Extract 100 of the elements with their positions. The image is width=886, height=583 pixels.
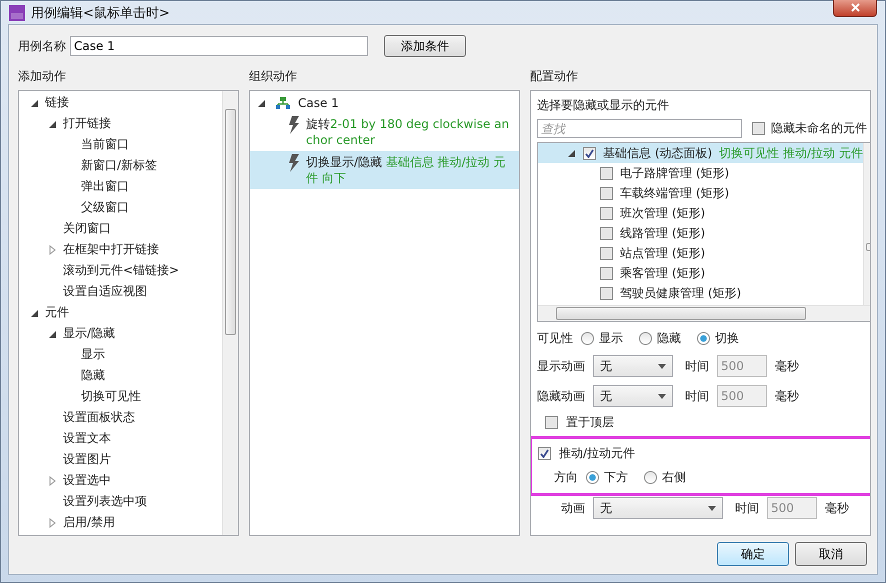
widget-label: 基础信息 (动态面板) (603, 144, 712, 162)
caret-icon (708, 506, 716, 510)
case-label[interactable]: Case 1 (298, 96, 339, 110)
action-row[interactable]: 切换显示/隐藏 基础信息 推动/拉动 元件 向下 (250, 151, 519, 189)
horizontal-scrollbar[interactable] (538, 305, 870, 321)
animation-dropdown[interactable]: 无 (593, 355, 673, 377)
expanded-arrow-icon[interactable] (566, 148, 576, 158)
animation-label: 隐藏动画 (537, 388, 585, 404)
checkbox[interactable] (600, 246, 613, 260)
action-tree-item[interactable]: 在框架中打开链接 (63, 241, 159, 258)
checkbox[interactable] (600, 266, 613, 280)
action-tree-item[interactable]: 滚动到元件<锚链接> (63, 262, 180, 279)
radio-button[interactable] (586, 470, 599, 484)
widget-label: 站点管理 (矩形) (620, 244, 706, 262)
cancel-button[interactable]: 取消 (795, 542, 867, 566)
checkbox-label: 置于顶层 (566, 414, 614, 430)
section-title: 选择要隐藏或显示的元件 (537, 97, 670, 114)
action-tree-item[interactable]: 显示 (81, 346, 105, 363)
time-label: 时间 (735, 500, 759, 516)
radio-button[interactable] (581, 332, 594, 344)
action-tree-item[interactable]: 设置文本 (63, 430, 111, 447)
checkmark-icon (540, 448, 549, 458)
action-tree-item[interactable]: 启用/禁用 (63, 514, 116, 531)
action-tree-item[interactable]: 显示/隐藏 (63, 325, 116, 342)
animation-dropdown[interactable]: 无 (593, 497, 723, 519)
case-tree-icon (276, 97, 290, 109)
radio-label: 隐藏 (657, 330, 681, 346)
radio-button[interactable] (639, 332, 652, 344)
action-tree-item[interactable]: 设置选中 (63, 472, 111, 489)
expanded-arrow-icon[interactable] (256, 98, 266, 108)
checkbox[interactable] (538, 446, 551, 460)
close-icon (850, 3, 860, 12)
action-tree-item[interactable]: 切换可见性 (81, 388, 141, 405)
action-text: 旋转2-01 by 180 deg clockwise anchor center (306, 116, 510, 148)
action-tree-item[interactable]: 打开链接 (63, 115, 111, 132)
widget-label: 电子路牌管理 (矩形) (620, 164, 730, 182)
lightning-icon (288, 154, 300, 172)
action-tree-item[interactable]: 父级窗口 (81, 199, 129, 216)
radio-button[interactable] (697, 332, 710, 344)
widget-label: 乘客管理 (矩形) (620, 264, 706, 282)
action-tree-item[interactable]: 元件 (45, 304, 69, 321)
checkbox[interactable] (600, 206, 613, 220)
time-label: 时间 (685, 388, 709, 404)
animation-label: 显示动画 (537, 358, 585, 374)
action-tree-item[interactable]: 弹出窗口 (81, 178, 129, 195)
collapsed-arrow-icon[interactable] (47, 476, 57, 486)
caret-icon (658, 364, 666, 368)
unit-label: 毫秒 (775, 388, 799, 404)
lightning-icon (288, 116, 300, 134)
checkbox[interactable] (600, 186, 613, 200)
visibility-label: 可见性 (537, 330, 573, 346)
collapsed-arrow-icon[interactable] (47, 244, 57, 254)
checkbox[interactable] (583, 146, 596, 160)
checkbox-label: 隐藏未命名的元件 (771, 120, 867, 137)
radio-label: 显示 (599, 330, 623, 346)
action-tree-item[interactable]: 设置图片 (63, 451, 111, 468)
radio-button[interactable] (644, 470, 657, 484)
action-tree-item[interactable]: 新窗口/新标签 (81, 157, 158, 174)
checkbox[interactable] (600, 166, 613, 180)
panel-heading: 组织动作 (249, 68, 298, 84)
checkbox[interactable] (545, 416, 558, 428)
widget-row[interactable]: 基础信息 (动态面板) 切换可见性 推动/拉动 元件 (538, 143, 863, 163)
scrollbar[interactable] (222, 91, 238, 535)
caret-icon (658, 394, 666, 398)
collapsed-arrow-icon[interactable] (47, 518, 57, 528)
close-button[interactable] (833, 0, 877, 17)
checkmark-icon (585, 148, 594, 158)
action-tree-item[interactable]: 设置面板状态 (63, 409, 135, 426)
case-name-label: 用例名称 (18, 38, 66, 54)
search-field[interactable]: 查找 (537, 119, 742, 138)
expanded-arrow-icon[interactable] (29, 98, 39, 108)
ok-button[interactable]: 确定 (717, 542, 789, 566)
radio-label: 下方 (604, 468, 628, 486)
action-tree-item[interactable]: 设置列表选中项 (63, 493, 147, 510)
action-tree-item[interactable]: 链接 (45, 94, 69, 111)
animation-dropdown[interactable]: 无 (593, 385, 673, 407)
case-name-field[interactable]: Case 1 (70, 36, 368, 56)
action-tree-item[interactable]: 设置自适应视图 (63, 283, 147, 300)
checkbox[interactable] (600, 226, 613, 240)
widget-label: 班次管理 (矩形) (620, 204, 706, 222)
expanded-arrow-icon[interactable] (47, 328, 57, 338)
direction-label: 方向 (554, 468, 578, 486)
action-row[interactable]: 旋转2-01 by 180 deg clockwise anchor center (250, 113, 519, 151)
unit-label: 毫秒 (775, 358, 799, 374)
animation-label: 动画 (561, 500, 585, 516)
panel-heading: 添加动作 (18, 68, 67, 84)
action-tree-item[interactable]: 当前窗口 (81, 136, 129, 153)
checkbox[interactable] (752, 122, 765, 135)
expanded-arrow-icon[interactable] (29, 308, 39, 318)
panel-heading: 配置动作 (530, 68, 579, 84)
app-logo-icon (9, 4, 25, 20)
radio-label: 切换 (715, 330, 739, 346)
checkbox[interactable] (600, 286, 613, 300)
action-tree-item[interactable]: 关闭窗口 (63, 220, 111, 237)
unit-label: 毫秒 (825, 500, 849, 516)
expanded-arrow-icon[interactable] (47, 118, 57, 128)
action-text: 切换显示/隐藏 基础信息 推动/拉动 元件 向下 (306, 154, 507, 186)
checkbox-label: 推动/拉动元件 (559, 444, 636, 462)
add-condition-button[interactable]: 添加条件 (384, 35, 466, 57)
action-tree-item[interactable]: 隐藏 (81, 367, 105, 384)
